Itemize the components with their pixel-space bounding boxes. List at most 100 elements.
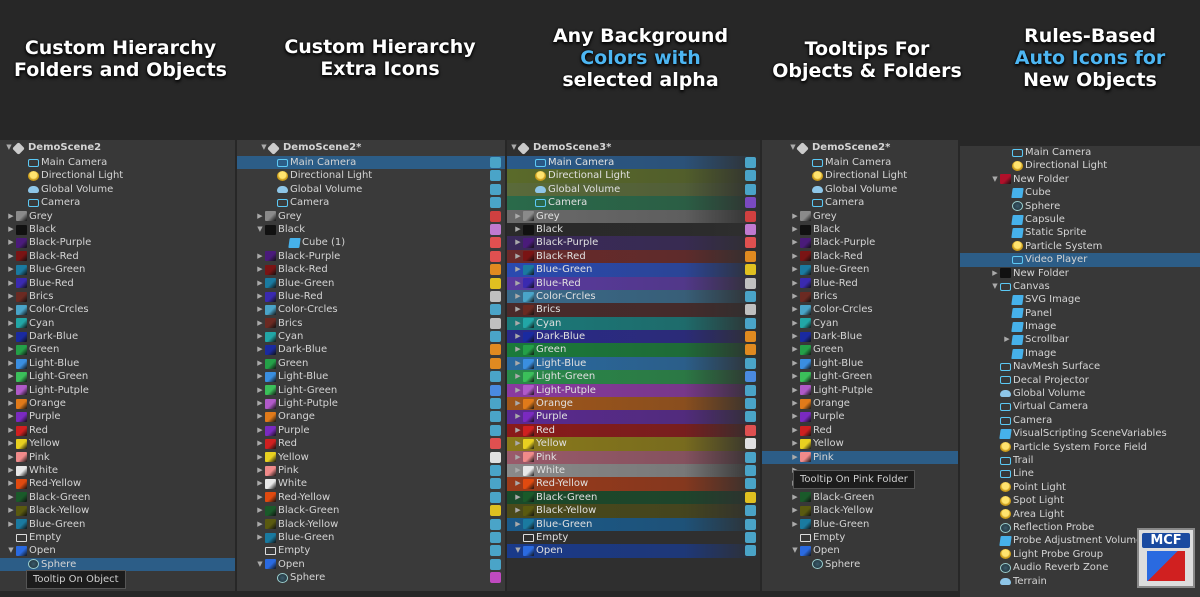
chevron-down-icon[interactable]: ▼ xyxy=(513,544,523,557)
hierarchy-row[interactable]: Main Camera xyxy=(960,146,1200,159)
hierarchy-row[interactable]: ▶ White xyxy=(0,464,235,477)
chevron-right-icon[interactable]: ▶ xyxy=(513,504,523,517)
hierarchy-row[interactable]: ▶ Black-Green xyxy=(0,491,235,504)
chevron-right-icon[interactable]: ▶ xyxy=(513,437,523,450)
hierarchy-row[interactable]: ▶ New Folder xyxy=(960,267,1200,280)
hierarchy-row[interactable]: ▶ Pink xyxy=(237,464,505,477)
hierarchy-row[interactable]: ▶ Black-Red xyxy=(0,250,235,263)
chevron-right-icon[interactable]: ▶ xyxy=(790,330,800,343)
hierarchy-row[interactable]: ▶ Red xyxy=(0,424,235,437)
hierarchy-row[interactable]: ▶ Black-Yellow xyxy=(507,504,760,518)
hierarchy-row[interactable]: Trail xyxy=(960,454,1200,467)
chevron-right-icon[interactable]: ▶ xyxy=(513,491,523,504)
hierarchy-row[interactable]: ▶ Light-Blue xyxy=(237,370,505,383)
chevron-right-icon[interactable]: ▶ xyxy=(790,384,800,397)
chevron-right-icon[interactable]: ▶ xyxy=(790,491,800,504)
hierarchy-row[interactable]: Panel xyxy=(960,307,1200,320)
chevron-right-icon[interactable]: ▶ xyxy=(990,267,1000,280)
hierarchy-row[interactable]: ▶ Blue-Green xyxy=(237,277,505,290)
hierarchy-row[interactable]: Image xyxy=(960,320,1200,333)
hierarchy-row[interactable]: ▶ Black-Yellow xyxy=(762,504,958,517)
chevron-right-icon[interactable]: ▶ xyxy=(6,491,16,504)
chevron-right-icon[interactable]: ▶ xyxy=(513,250,523,263)
chevron-right-icon[interactable]: ▶ xyxy=(255,397,265,410)
hierarchy-row[interactable]: Directional Light xyxy=(507,169,760,183)
hierarchy-row[interactable]: ▶ Blue-Green xyxy=(507,517,760,531)
hierarchy-row[interactable]: Particle System Force Field xyxy=(960,441,1200,454)
chevron-right-icon[interactable]: ▶ xyxy=(6,290,16,303)
hierarchy-row[interactable]: Global Volume xyxy=(0,183,235,196)
hierarchy-row[interactable]: Empty xyxy=(0,531,235,544)
hierarchy-row[interactable]: Capsule xyxy=(960,213,1200,226)
hierarchy-row[interactable]: ▶ Dark-Blue xyxy=(507,330,760,344)
chevron-right-icon[interactable]: ▶ xyxy=(255,277,265,290)
hierarchy-row[interactable]: ▶ Cyan xyxy=(507,316,760,331)
chevron-right-icon[interactable]: ▶ xyxy=(790,504,800,517)
chevron-right-icon[interactable]: ▶ xyxy=(255,477,265,490)
hierarchy-row[interactable]: ▶ Blue-Red xyxy=(0,277,235,290)
hierarchy-row[interactable]: Sphere xyxy=(762,558,958,571)
hierarchy-row[interactable]: ▶ Blue-Green xyxy=(0,263,235,276)
chevron-right-icon[interactable]: ▶ xyxy=(790,518,800,531)
hierarchy-row[interactable]: ▼ Canvas xyxy=(960,280,1200,293)
hierarchy-row[interactable]: ▶ Light-Blue xyxy=(0,357,235,370)
chevron-right-icon[interactable]: ▶ xyxy=(513,424,523,437)
chevron-right-icon[interactable]: ▶ xyxy=(6,263,16,276)
hierarchy-row[interactable]: ▶ Black xyxy=(0,223,235,236)
hierarchy-row[interactable]: ▶ Blue-Green xyxy=(507,263,760,277)
scene-header[interactable]: ▼ DemoScene3* xyxy=(507,140,760,156)
chevron-right-icon[interactable]: ▶ xyxy=(790,236,800,249)
hierarchy-row[interactable]: ▶ Light-Green xyxy=(507,370,760,384)
scene-header[interactable]: ▼ DemoScene2* xyxy=(762,140,958,156)
chevron-right-icon[interactable]: ▶ xyxy=(6,357,16,370)
hierarchy-row[interactable]: Cube xyxy=(960,186,1200,199)
chevron-right-icon[interactable]: ▶ xyxy=(513,277,523,290)
chevron-right-icon[interactable]: ▶ xyxy=(255,424,265,437)
hierarchy-row[interactable]: ▶ Pink xyxy=(507,450,760,464)
chevron-right-icon[interactable]: ▶ xyxy=(6,384,16,397)
chevron-right-icon[interactable]: ▶ xyxy=(6,317,16,330)
chevron-right-icon[interactable]: ▶ xyxy=(6,437,16,450)
chevron-right-icon[interactable]: ▶ xyxy=(513,477,523,490)
hierarchy-row[interactable]: ▶ Grey xyxy=(0,210,235,223)
chevron-right-icon[interactable]: ▶ xyxy=(513,384,523,397)
hierarchy-row[interactable]: ▶ Red-Yellow xyxy=(507,477,760,491)
hierarchy-row[interactable]: ▶ Purple xyxy=(237,424,505,437)
hierarchy-row[interactable]: ▶ Light-Putple xyxy=(237,397,505,410)
hierarchy-row[interactable]: ▶ Purple xyxy=(0,410,235,423)
hierarchy-row[interactable]: Camera xyxy=(507,196,760,210)
hierarchy-row[interactable]: Camera xyxy=(960,414,1200,427)
hierarchy-row[interactable]: ▶ Grey xyxy=(507,209,760,223)
hierarchy-row[interactable]: Global Volume xyxy=(960,387,1200,400)
chevron-right-icon[interactable]: ▶ xyxy=(255,437,265,450)
hierarchy-row[interactable]: ▶ Black-Red xyxy=(762,250,958,263)
chevron-right-icon[interactable]: ▶ xyxy=(790,410,800,423)
chevron-right-icon[interactable]: ▶ xyxy=(255,290,265,303)
hierarchy-row[interactable]: Camera xyxy=(237,196,505,209)
hierarchy-row[interactable]: ▶ Black xyxy=(762,223,958,236)
chevron-right-icon[interactable]: ▶ xyxy=(255,210,265,223)
hierarchy-row[interactable]: ▶ Brics xyxy=(507,303,760,317)
hierarchy-row[interactable]: ▶ Blue-Green xyxy=(237,531,505,544)
hierarchy-row[interactable]: ▶ Black-Red xyxy=(507,249,760,264)
hierarchy-row[interactable]: ▶ Color-Crcles xyxy=(762,303,958,316)
chevron-down-icon[interactable]: ▼ xyxy=(990,280,1000,293)
scene-header[interactable]: ▼ DemoScene2* xyxy=(237,140,505,156)
hierarchy-row[interactable]: VisualScripting SceneVariables xyxy=(960,427,1200,440)
chevron-right-icon[interactable]: ▶ xyxy=(255,330,265,343)
hierarchy-row[interactable]: ▶ Light-Green xyxy=(0,370,235,383)
hierarchy-row[interactable]: ▶ Black-Purple xyxy=(507,236,760,250)
hierarchy-row[interactable]: Camera xyxy=(762,196,958,209)
hierarchy-row[interactable]: ▶ Black-Yellow xyxy=(237,518,505,531)
chevron-right-icon[interactable]: ▶ xyxy=(6,277,16,290)
chevron-down-icon[interactable]: ▼ xyxy=(6,544,16,557)
chevron-right-icon[interactable]: ▶ xyxy=(255,250,265,263)
hierarchy-row[interactable]: ▶ Black-Green xyxy=(762,491,958,504)
hierarchy-row[interactable]: ▶ Orange xyxy=(237,410,505,423)
hierarchy-row[interactable]: ▶ Black-Purple xyxy=(0,236,235,249)
chevron-right-icon[interactable]: ▶ xyxy=(255,504,265,517)
hierarchy-row[interactable]: ▶ White xyxy=(507,463,760,478)
chevron-right-icon[interactable]: ▶ xyxy=(513,263,523,276)
chevron-right-icon[interactable]: ▶ xyxy=(513,451,523,464)
hierarchy-row[interactable]: ▶ Green xyxy=(762,343,958,356)
